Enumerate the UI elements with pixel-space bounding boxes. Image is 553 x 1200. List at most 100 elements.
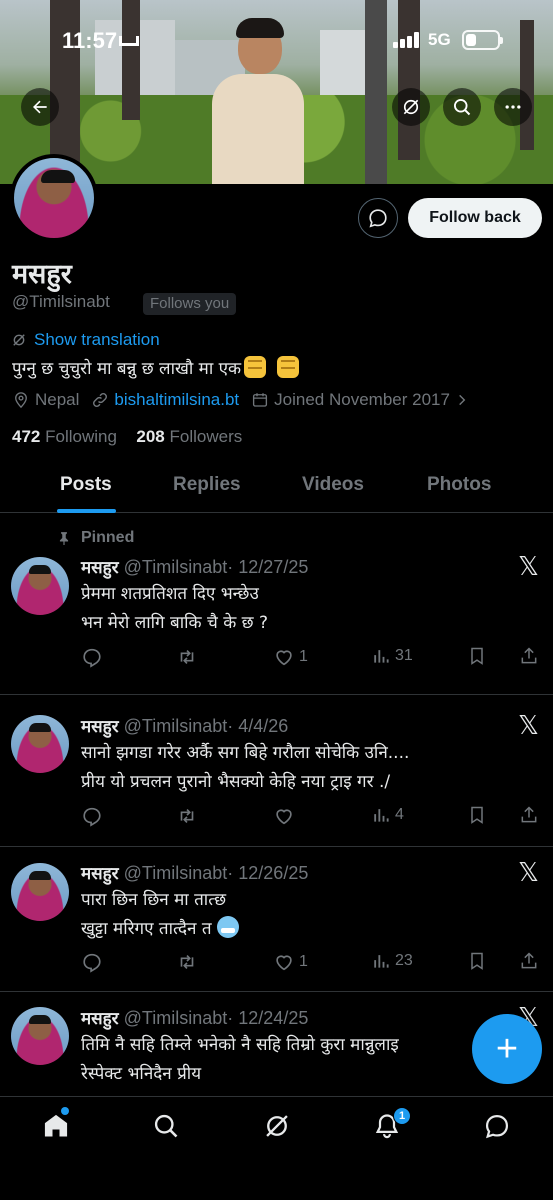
post-avatar[interactable] — [11, 863, 69, 921]
views-button[interactable]: 23 — [371, 951, 413, 971]
tab-photos[interactable]: Photos — [427, 474, 491, 496]
post-header: मसहुर @Timilsinabt· 12/24/25 — [81, 1006, 308, 1029]
share-icon — [521, 647, 537, 664]
post-text: तिमि नै सहि तिम्ले भनेको नै सहि तिम्रो क… — [81, 1035, 399, 1084]
analytics-icon — [374, 650, 389, 663]
bookmark-button[interactable] — [467, 951, 487, 971]
profile-name: मसहुर — [12, 259, 72, 290]
post-avatar[interactable] — [11, 557, 69, 615]
pinned-label: Pinned — [57, 529, 134, 547]
analytics-icon — [374, 809, 389, 822]
follows-you-badge: Follows you — [143, 293, 237, 315]
back-button[interactable] — [21, 88, 59, 126]
search-icon — [454, 99, 471, 116]
post-author-handle[interactable]: @Timilsinabt — [124, 1008, 228, 1028]
post-avatar[interactable] — [11, 715, 69, 773]
post-author-name[interactable]: मसहुर — [81, 717, 119, 737]
sleep-icon — [119, 36, 140, 46]
search-button[interactable] — [443, 88, 481, 126]
battery-icon — [462, 30, 503, 50]
nav-search[interactable] — [151, 1111, 181, 1141]
joined-label: Joined November 2017 — [274, 390, 450, 409]
post-avatar[interactable] — [11, 1007, 69, 1065]
post[interactable]: मसहुर @Timilsinabt· 12/26/25 𝕏 पारा छिन … — [0, 847, 553, 992]
active-tab-indicator — [57, 509, 116, 513]
website-link[interactable]: bishaltimilsina.bt — [91, 390, 239, 410]
post[interactable]: मसहुर @Timilsinabt· 12/24/25 𝕏 तिमि नै स… — [0, 992, 553, 1096]
x-logo-icon: 𝕏 — [518, 858, 539, 888]
location-pin-icon — [15, 392, 27, 409]
location-label: Nepal — [35, 390, 80, 409]
post-author-handle[interactable]: @Timilsinabt — [124, 557, 228, 577]
repost-button[interactable] — [176, 805, 198, 827]
nav-messages[interactable] — [482, 1111, 512, 1141]
like-button[interactable]: 1 — [273, 646, 308, 668]
post-date[interactable]: · 12/24/25 — [227, 1008, 308, 1028]
post-author-name[interactable]: मसहुर — [81, 1009, 119, 1029]
reply-icon — [83, 953, 101, 973]
repost-icon — [180, 808, 194, 824]
post-date[interactable]: · 12/27/25 — [227, 557, 308, 577]
follow-back-button[interactable]: Follow back — [408, 198, 542, 238]
avatar[interactable] — [10, 154, 98, 242]
more-button[interactable] — [494, 88, 532, 126]
followers-link[interactable]: 208 Followers — [136, 427, 242, 446]
views-button[interactable]: 31 — [371, 646, 413, 666]
repost-button[interactable] — [176, 646, 198, 668]
chevron-right-icon — [459, 394, 466, 406]
tab-replies[interactable]: Replies — [173, 474, 241, 496]
reply-button[interactable] — [81, 805, 103, 827]
bookmark-button[interactable] — [467, 646, 487, 666]
nav-home[interactable] — [41, 1111, 71, 1141]
post-text: सानो झगडा गरेर अर्कै सग बिहे गरौला सोचेक… — [81, 743, 410, 792]
grok-icon — [13, 334, 25, 346]
share-button[interactable] — [519, 646, 539, 666]
post-author-name[interactable]: मसहुर — [81, 864, 119, 884]
like-button[interactable]: 1 — [273, 951, 308, 973]
tab-posts[interactable]: Posts — [60, 474, 112, 496]
compose-post-button[interactable]: + — [472, 1014, 542, 1084]
reply-button[interactable] — [81, 646, 103, 668]
bookmark-button[interactable] — [467, 805, 487, 825]
post-date[interactable]: · 12/26/25 — [227, 863, 308, 883]
tab-videos[interactable]: Videos — [302, 474, 364, 496]
show-translation-link[interactable]: Show translation — [12, 330, 160, 350]
post-header: मसहुर @Timilsinabt· 4/4/26 — [81, 714, 288, 737]
follow-counts: 472 Following 208 Followers — [12, 427, 242, 447]
nav-grok[interactable] — [262, 1111, 292, 1141]
bookmark-icon — [471, 647, 483, 665]
share-button[interactable] — [519, 805, 539, 825]
bookmark-icon — [471, 806, 483, 824]
post-header: मसहुर @Timilsinabt· 12/26/25 — [81, 861, 308, 884]
repost-icon — [180, 649, 194, 665]
joined-date[interactable]: Joined November 2017 — [251, 390, 469, 410]
reply-button[interactable] — [81, 951, 103, 973]
grok-button[interactable] — [392, 88, 430, 126]
share-button[interactable] — [519, 951, 539, 971]
post[interactable]: Pinned मसहुर @Timilsinabt· 12/27/25 𝕏 प्… — [0, 514, 553, 695]
post-header: मसहुर @Timilsinabt· 12/27/25 — [81, 555, 308, 578]
profile-bio: पुग्नु छ चुचुरो मा बन्नु छ लाखौ मा एक — [12, 356, 300, 379]
post-text: प्रेममा शतप्रतिशत दिए भन्छेउ भन मेरो लाग… — [81, 584, 268, 633]
banner-tree — [398, 0, 420, 160]
post-author-handle[interactable]: @Timilsinabt — [124, 863, 228, 883]
views-button[interactable]: 4 — [371, 805, 404, 825]
notifications-badge: 1 — [393, 1107, 411, 1125]
post-date[interactable]: · 4/4/26 — [227, 716, 288, 736]
bottom-nav: 1 — [0, 1096, 553, 1200]
reply-icon — [83, 648, 101, 668]
more-icon — [505, 105, 521, 109]
following-link[interactable]: 472 Following — [12, 427, 117, 446]
repost-button[interactable] — [176, 951, 198, 973]
post-author-handle[interactable]: @Timilsinabt — [124, 716, 228, 736]
post-author-name[interactable]: मसहुर — [81, 558, 119, 578]
repost-icon — [180, 954, 194, 970]
post[interactable]: मसहुर @Timilsinabt· 4/4/26 𝕏 सानो झगडा ग… — [0, 695, 553, 847]
profile-meta: Nepal bishaltimilsina.bt Joined November… — [12, 390, 481, 410]
status-bar: 11:57 5G — [0, 28, 553, 58]
fist-emoji-icon — [244, 356, 267, 378]
signal-icon — [393, 32, 421, 48]
search-icon — [154, 1114, 178, 1138]
like-button[interactable] — [273, 805, 299, 827]
message-button[interactable] — [358, 198, 398, 238]
